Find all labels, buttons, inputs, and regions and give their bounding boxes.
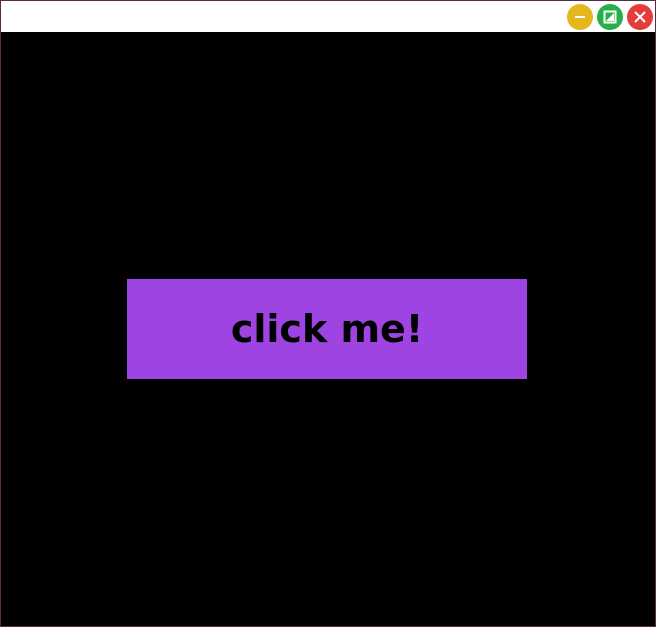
app-window: click me! bbox=[0, 0, 656, 627]
content-area: click me! bbox=[1, 32, 655, 626]
maximize-button[interactable] bbox=[597, 4, 623, 30]
maximize-icon bbox=[603, 10, 617, 24]
title-bar bbox=[1, 1, 655, 31]
close-button[interactable] bbox=[627, 4, 653, 30]
minimize-button[interactable] bbox=[567, 4, 593, 30]
click-me-button[interactable]: click me! bbox=[127, 279, 527, 379]
minimize-icon bbox=[573, 10, 587, 24]
close-icon bbox=[633, 10, 647, 24]
